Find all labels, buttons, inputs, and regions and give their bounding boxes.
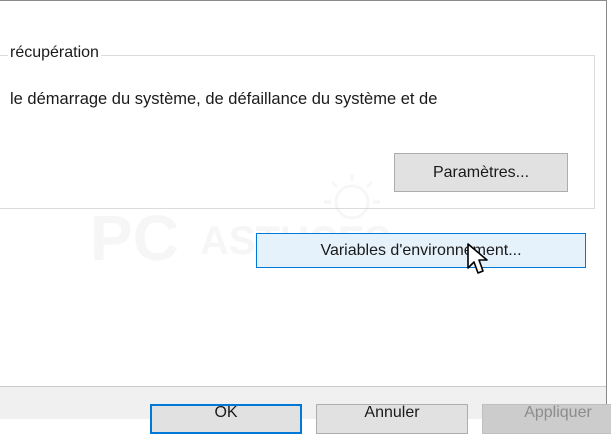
ok-button[interactable]: OK [150, 404, 302, 434]
recovery-group-description: le démarrage du système, de défaillance … [10, 90, 438, 108]
cancel-button[interactable]: Annuler [316, 404, 468, 434]
environment-variables-button[interactable]: Variables d'environnement... [256, 233, 586, 268]
recovery-settings-button[interactable]: Paramètres... [394, 153, 568, 192]
system-properties-dialog: récupération le démarrage du système, de… [0, 0, 611, 434]
recovery-group-legend: récupération [8, 44, 101, 62]
recovery-settings-button-label: Paramètres... [432, 163, 530, 181]
apply-button-label: Appliquer [524, 404, 592, 421]
arrow-pointer-icon [467, 243, 488, 274]
cancel-button-label: Annuler [364, 404, 420, 421]
apply-button[interactable]: Appliquer [482, 404, 611, 434]
ok-button-label: OK [214, 404, 238, 421]
